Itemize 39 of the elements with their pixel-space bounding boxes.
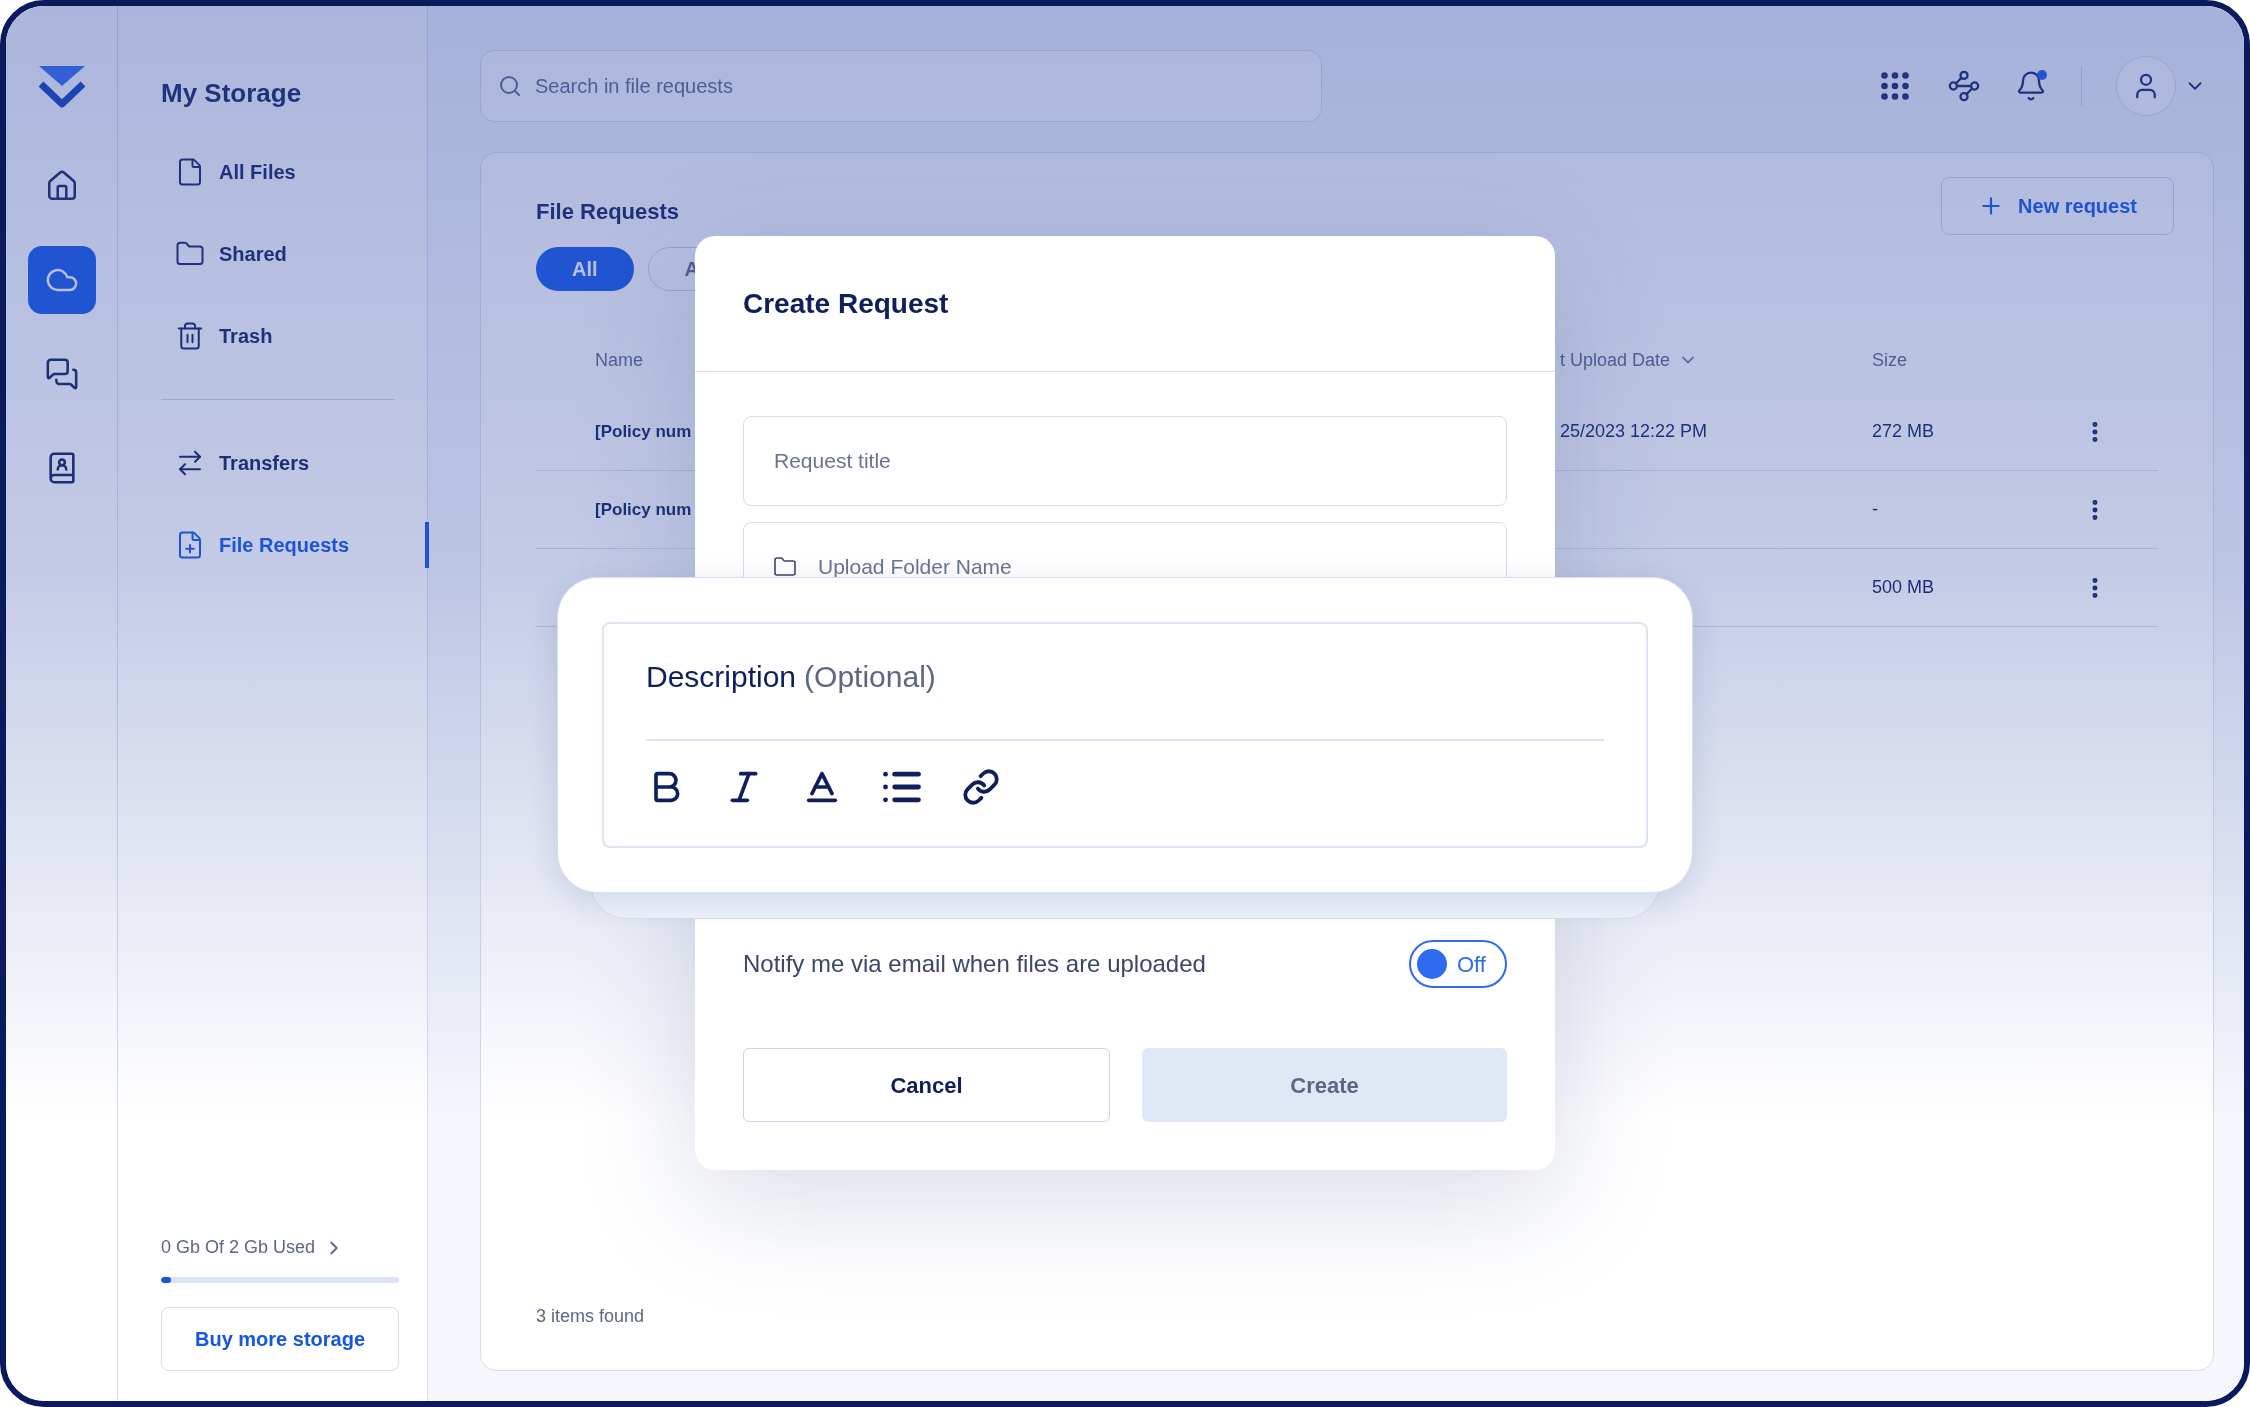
table-cell: 272 MB — [1872, 421, 1935, 441]
column-header: Size — [1872, 348, 1907, 372]
notify-toggle[interactable]: Off — [1409, 940, 1507, 988]
sidebar-item[interactable]: Transfers — [161, 422, 399, 504]
table-cell: [Policy num — [595, 422, 692, 441]
optional-hint: (Optional) — [804, 659, 936, 695]
search-icon — [498, 74, 522, 98]
buy-storage-button[interactable]: Buy more storage — [161, 1307, 399, 1371]
table-cell: 25/2023 12:22 PM — [1560, 421, 1708, 441]
active-indicator — [425, 522, 429, 568]
dialog-title: Create Request — [743, 286, 949, 321]
items-count: 3 items found — [536, 1305, 646, 1328]
sidebar-item[interactable]: File Requests — [161, 504, 399, 586]
search-field[interactable]: Search in file requests — [480, 50, 1322, 122]
sidebar-title: My Storage — [161, 77, 303, 110]
rail-button[interactable] — [27, 246, 96, 314]
sidebar-item[interactable]: Trash — [161, 295, 399, 377]
text-field[interactable]: Request title — [743, 416, 1507, 506]
link-icon[interactable] — [962, 768, 1000, 806]
new-request-button[interactable]: New request — [1941, 177, 2174, 235]
description-editor[interactable]: Description (Optional) — [602, 622, 1648, 848]
description-label: Description — [646, 659, 797, 695]
storage-usage: 0 Gb Of 2 Gb Used — [161, 1236, 316, 1259]
chat-icon — [44, 357, 79, 391]
column-header: t Upload Date — [1560, 348, 1671, 372]
table-cell: 500 MB — [1872, 577, 1935, 597]
folder-icon — [773, 555, 797, 579]
cancel-button[interactable]: Cancel — [743, 1048, 1110, 1122]
sidebar-item[interactable]: All Files — [161, 131, 399, 213]
notifications-icon[interactable] — [2015, 70, 2047, 102]
table-cell: [Policy num — [595, 500, 692, 519]
page-title: File Requests — [536, 197, 680, 226]
column-header: Name — [595, 348, 644, 372]
network-icon[interactable] — [1947, 69, 1981, 103]
notify-label: Notify me via email when files are uploaded — [743, 949, 1206, 979]
table-cell: - — [1872, 499, 1878, 519]
sidebar-item[interactable]: Shared — [161, 213, 399, 295]
trash-icon — [175, 321, 205, 351]
filter-tab[interactable]: All — [536, 247, 634, 291]
